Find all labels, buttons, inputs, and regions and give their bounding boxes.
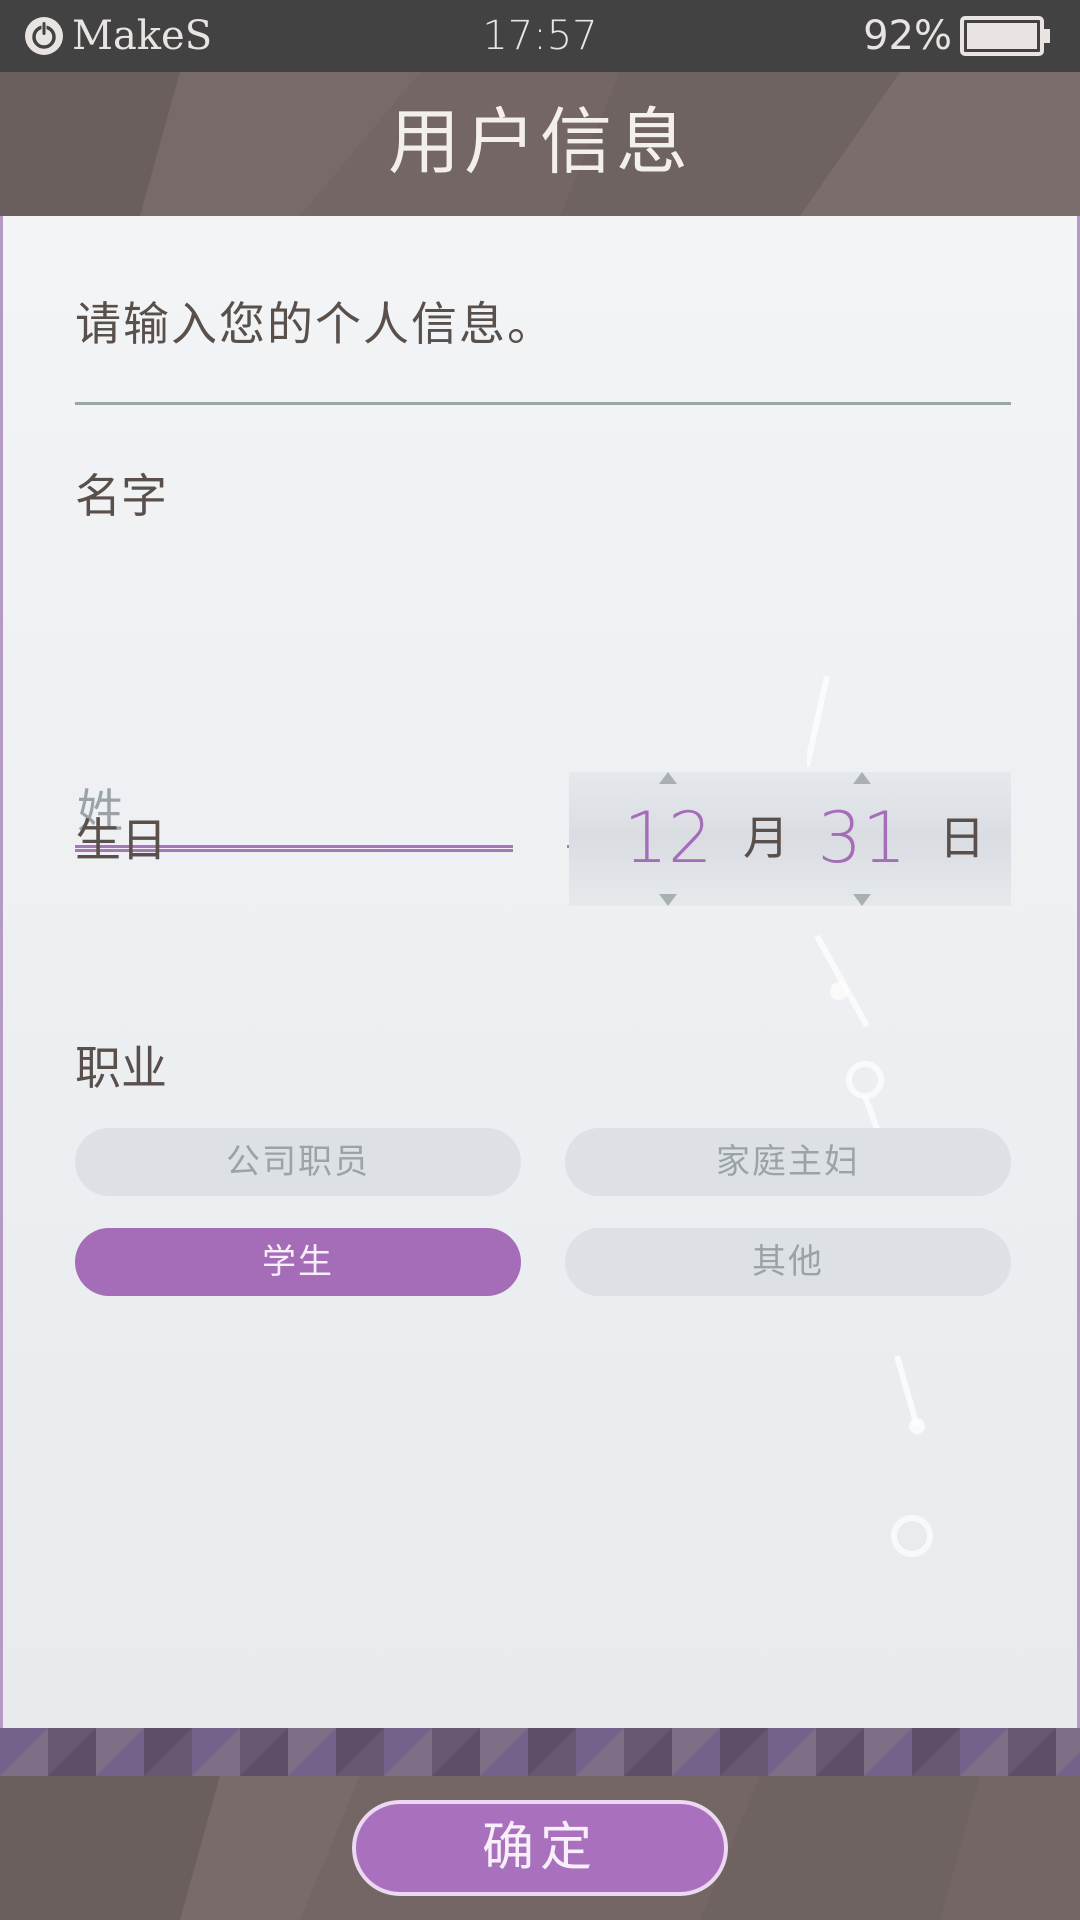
status-bar: MakeS 17:57 92% [0,0,1080,72]
battery-icon [960,16,1050,56]
header: 用户信息 [0,72,1080,216]
battery-percent: 92% [863,13,952,59]
form-card: 请输入您的个人信息。 名字 生日 12 月 31 日 职业 公司职员 家庭主妇 … [0,216,1080,1728]
name-label: 名字 [75,469,167,523]
month-unit: 月 [743,811,789,865]
month-down-icon[interactable] [659,894,677,906]
day-unit: 日 [939,811,985,865]
occupation-option-office-worker[interactable]: 公司职员 [75,1128,521,1196]
birthday-label: 生日 [75,813,167,867]
intro-text: 请输入您的个人信息。 [75,297,555,351]
occupation-option-housewife[interactable]: 家庭主妇 [565,1128,1011,1196]
day-up-icon[interactable] [853,772,871,784]
occupation-option-other[interactable]: 其他 [565,1228,1011,1296]
occupation-option-student[interactable]: 学生 [75,1228,521,1296]
page-title: 用户信息 [387,100,692,184]
birthday-picker: 12 月 31 日 [569,772,1011,906]
day-spinner[interactable]: 31 [807,798,917,878]
divider [75,402,1011,405]
month-up-icon[interactable] [659,772,677,784]
occupation-label: 职业 [75,1041,167,1095]
day-down-icon[interactable] [853,894,871,906]
confirm-button[interactable]: 确定 [352,1800,728,1896]
decorative-triangle-band [0,1728,1080,1776]
month-spinner[interactable]: 12 [613,798,723,878]
